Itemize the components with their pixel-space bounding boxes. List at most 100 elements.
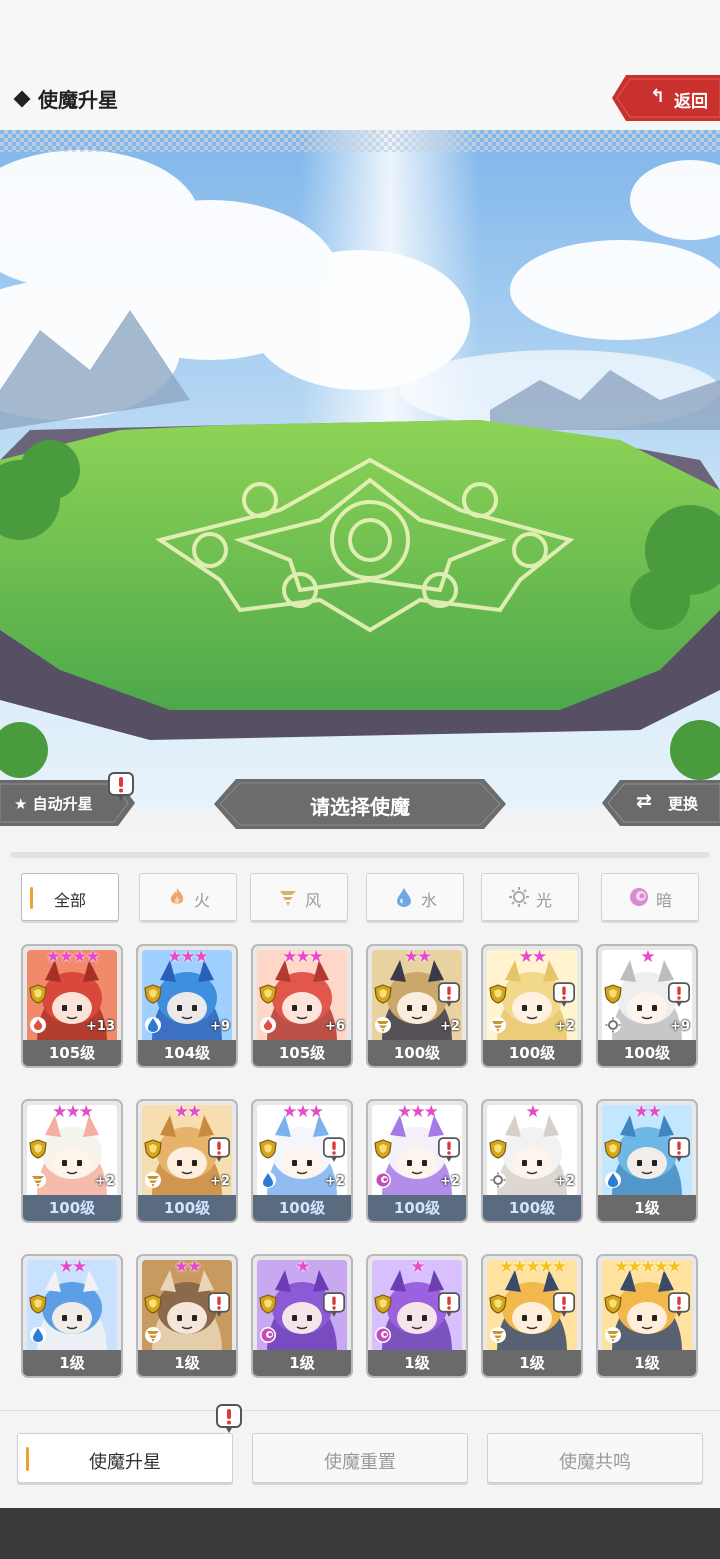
star-rating: ★	[640, 947, 655, 967]
filter-light[interactable]: 光	[481, 873, 579, 921]
card-alert-icon	[438, 1292, 460, 1317]
filter-wind[interactable]: 风	[250, 873, 348, 921]
familiar-level: 1级	[253, 1350, 351, 1376]
wind-icon	[30, 1172, 46, 1188]
dark-icon	[375, 1172, 391, 1188]
star-rating: ★★	[173, 1257, 202, 1277]
wind-icon	[145, 1172, 161, 1188]
swap-arrows-icon: ⇄	[636, 790, 652, 812]
back-label: 返回	[674, 92, 708, 112]
shield-icon	[144, 984, 162, 1004]
filter-water[interactable]: 水	[366, 873, 464, 921]
wind-icon	[605, 1327, 621, 1343]
filter-label: 风	[305, 891, 322, 910]
card-alert-icon	[668, 982, 690, 1007]
familiar-card[interactable]: ★★★ +2 100级	[21, 1099, 123, 1223]
familiar-card[interactable]: ★ 1级	[251, 1254, 353, 1378]
familiar-card[interactable]: ★★ +2 100级	[481, 944, 583, 1068]
dark-icon	[260, 1327, 276, 1343]
tab-resonance-label: 使魔共鸣	[559, 1452, 631, 1473]
card-alert-icon	[438, 982, 460, 1007]
tab-reset[interactable]: 使魔重置	[252, 1433, 468, 1483]
shield-icon	[144, 1294, 162, 1314]
tab-star-up[interactable]: 使魔升星	[17, 1433, 233, 1483]
wind-icon	[490, 1017, 506, 1033]
familiar-card[interactable]: ★ 1级	[366, 1254, 468, 1378]
shield-icon	[374, 1294, 392, 1314]
familiar-card[interactable]: ★★ 1级	[136, 1254, 238, 1378]
select-familiar-label: 请选择使魔	[310, 795, 410, 819]
enhance-level: +9	[670, 1019, 690, 1034]
system-nav-bar	[0, 1508, 720, 1559]
enhance-level: +2	[95, 1174, 115, 1189]
familiar-card[interactable]: ★★★ +2 100级	[366, 1099, 468, 1223]
familiar-card[interactable]: ★ +9 100级	[596, 944, 698, 1068]
enhance-level: +2	[555, 1174, 575, 1189]
top-checker-strip	[0, 130, 720, 152]
enhance-level: +2	[440, 1019, 460, 1034]
filter-dark[interactable]: 暗	[601, 873, 699, 921]
dark-icon	[630, 888, 648, 906]
back-button[interactable]: ↰ 返回	[612, 75, 720, 121]
enhance-level: +2	[210, 1174, 230, 1189]
return-arrow-icon: ↰	[650, 86, 666, 107]
filter-all[interactable]: 全部	[21, 873, 119, 921]
tab-resonance[interactable]: 使魔共鸣	[487, 1433, 703, 1483]
card-alert-icon	[323, 1137, 345, 1162]
auto-alert-icon	[108, 772, 134, 802]
familiar-level: 100级	[483, 1195, 581, 1221]
wind-icon	[375, 1017, 391, 1033]
water-icon	[30, 1327, 46, 1343]
star-rating: ★★★★★	[613, 1257, 682, 1277]
familiar-card[interactable]: ★★★★★ 1级	[481, 1254, 583, 1378]
familiar-level: 100级	[253, 1195, 351, 1221]
card-alert-icon	[553, 982, 575, 1007]
shield-icon	[604, 1294, 622, 1314]
light-icon	[605, 1017, 621, 1033]
familiar-card[interactable]: ★★ +2 100级	[136, 1099, 238, 1223]
familiar-card[interactable]: ★★★ +9 104级	[136, 944, 238, 1068]
star-rating: ★★★★★	[498, 1257, 567, 1277]
tab-alert-icon	[216, 1404, 242, 1434]
familiar-card[interactable]: ★★★ +6 105级	[251, 944, 353, 1068]
familiar-card[interactable]: ★★★★★ 1级	[596, 1254, 698, 1378]
star-rating: ★★★	[282, 1102, 324, 1122]
shield-icon	[29, 1139, 47, 1159]
auto-label-text: 自动升星	[32, 795, 93, 813]
familiar-card[interactable]: ★★ 1级	[596, 1099, 698, 1223]
shield-icon	[259, 1294, 277, 1314]
card-alert-icon	[668, 1137, 690, 1162]
star-rating: ★	[295, 1257, 310, 1277]
familiar-card[interactable]: ★ +2 100级	[481, 1099, 583, 1223]
shield-icon	[489, 1294, 507, 1314]
star-rating: ★★★★	[45, 947, 101, 967]
shield-icon	[144, 1139, 162, 1159]
familiar-level: 100级	[483, 1040, 581, 1066]
enhance-level: +2	[440, 1174, 460, 1189]
wind-icon	[145, 1327, 161, 1343]
familiar-level: 100级	[23, 1195, 121, 1221]
swap-button[interactable]: ⇄ 更换	[602, 780, 720, 826]
familiar-card[interactable]: ★★ +2 100级	[366, 944, 468, 1068]
familiar-level: 1级	[483, 1350, 581, 1376]
filter-label: 暗	[656, 891, 673, 910]
familiar-level: 105级	[253, 1040, 351, 1066]
familiar-level: 1级	[598, 1350, 696, 1376]
card-alert-icon	[208, 1292, 230, 1317]
filter-label: 水	[421, 891, 438, 910]
enhance-level: +6	[325, 1019, 345, 1034]
swap-button-shape	[602, 780, 720, 826]
enhance-level: +2	[555, 1019, 575, 1034]
enhance-level: +2	[325, 1174, 345, 1189]
page-title: 使魔升星	[13, 84, 118, 113]
star-rating: ★★	[58, 1257, 87, 1277]
card-alert-icon	[438, 1137, 460, 1162]
familiar-card[interactable]: ★★ 1级	[21, 1254, 123, 1378]
water-icon	[397, 888, 411, 907]
light-icon	[490, 1172, 506, 1188]
star-rating: ★★★	[397, 1102, 439, 1122]
diamond-icon	[13, 90, 31, 108]
familiar-card[interactable]: ★★★★ +13 105级	[21, 944, 123, 1068]
filter-fire[interactable]: 火	[139, 873, 237, 921]
familiar-card[interactable]: ★★★ +2 100级	[251, 1099, 353, 1223]
